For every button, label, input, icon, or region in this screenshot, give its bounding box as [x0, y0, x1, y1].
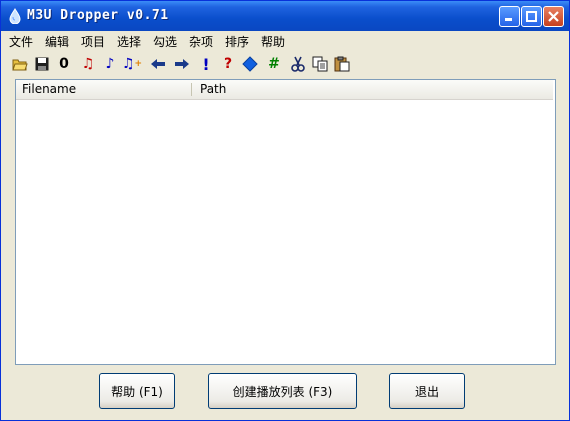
column-separator[interactable]	[191, 83, 192, 96]
arrow-right-icon[interactable]	[173, 55, 191, 73]
save-icon[interactable]	[33, 55, 51, 73]
maximize-button[interactable]	[521, 6, 542, 27]
menu-edit[interactable]: 编辑	[45, 33, 69, 50]
zero-icon[interactable]: 0	[55, 55, 73, 73]
file-list[interactable]: Filename Path	[15, 79, 556, 365]
list-header: Filename Path	[16, 80, 553, 100]
menu-select[interactable]: 选择	[117, 33, 141, 50]
minimize-icon	[504, 7, 515, 26]
arrow-left-icon[interactable]	[149, 55, 167, 73]
menu-check[interactable]: 勾选	[153, 33, 177, 50]
menu-item[interactable]: 项目	[81, 33, 105, 50]
menu-bar: 文件 编辑 项目 选择 勾选 杂项 排序 帮助	[1, 31, 569, 51]
minimize-button[interactable]	[499, 6, 520, 27]
add-music-icon[interactable]: ♫ +	[122, 55, 142, 73]
hash-icon[interactable]: #	[265, 55, 283, 73]
close-button[interactable]	[543, 6, 564, 27]
copy-icon[interactable]	[311, 55, 329, 73]
question-icon[interactable]: ?	[219, 55, 237, 73]
menu-sort[interactable]: 排序	[225, 33, 249, 50]
window-title: M3U Dropper v0.71	[27, 8, 169, 23]
maximize-icon	[526, 7, 537, 26]
exit-button[interactable]: 退出	[389, 373, 465, 409]
cut-icon[interactable]	[289, 55, 307, 73]
title-bar[interactable]: M3U Dropper v0.71	[1, 1, 569, 31]
open-folder-icon[interactable]	[11, 55, 29, 73]
help-button[interactable]: 帮助 (F1)	[99, 373, 175, 409]
menu-file[interactable]: 文件	[9, 33, 33, 50]
music-note-red-icon[interactable]: ♫	[79, 55, 97, 73]
diamond-icon[interactable]	[241, 55, 259, 73]
column-header-filename[interactable]: Filename	[16, 80, 192, 99]
water-drop-icon	[7, 8, 23, 25]
paste-icon[interactable]	[333, 55, 351, 73]
menu-help[interactable]: 帮助	[261, 33, 285, 50]
close-icon	[548, 7, 559, 26]
music-note-blue-icon[interactable]: ♪	[101, 55, 119, 73]
app-window: M3U Dropper v0.71 文件 编辑 项目 选择 勾选 杂项 排序 帮…	[0, 0, 570, 421]
column-header-path[interactable]: Path	[194, 80, 553, 99]
exclamation-icon[interactable]: !	[197, 55, 215, 74]
menu-misc[interactable]: 杂项	[189, 33, 213, 50]
toolbar: 0 ♫ ♪ ♫ + ! ? #	[1, 53, 569, 75]
create-playlist-button[interactable]: 创建播放列表 (F3)	[208, 373, 357, 409]
